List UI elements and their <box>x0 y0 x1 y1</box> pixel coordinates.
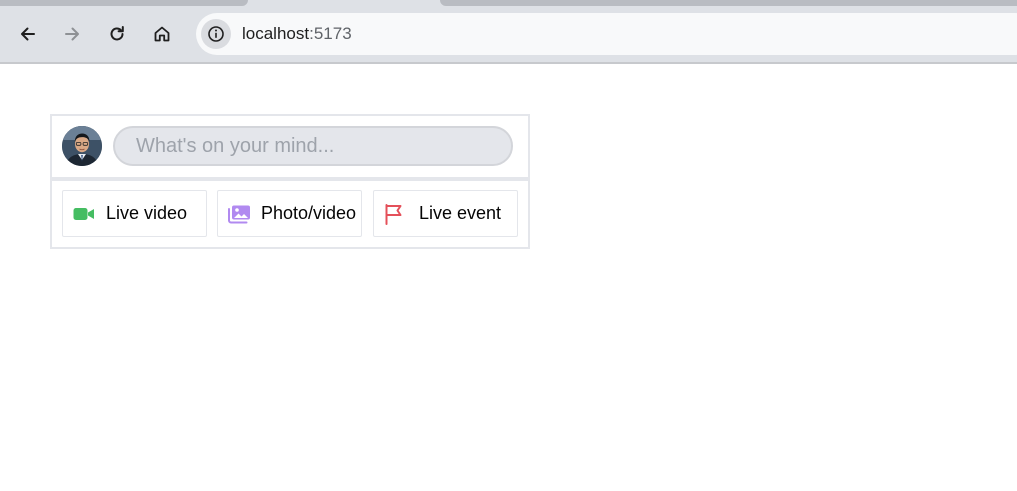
home-icon <box>154 26 170 42</box>
browser-toolbar: localhost:5173 <box>0 6 1017 62</box>
reload-icon <box>110 26 124 41</box>
live-event-label: Live event <box>419 203 502 223</box>
composer-divider <box>52 177 528 181</box>
photo-video-button[interactable]: Photo/video <box>217 190 362 237</box>
live-video-button[interactable]: Live video <box>62 190 207 237</box>
live-event-button[interactable]: Live event <box>373 190 518 237</box>
arrow-right-icon <box>65 27 79 41</box>
avatar[interactable] <box>62 126 102 166</box>
url-text[interactable]: localhost:5173 <box>242 24 352 44</box>
post-composer: What's on your mind... Live video Photo/… <box>50 114 530 249</box>
back-button[interactable] <box>12 18 44 50</box>
arrow-left-icon <box>21 27 35 41</box>
photo-icon <box>227 202 251 226</box>
live-video-label: Live video <box>106 203 188 223</box>
address-bar[interactable]: localhost:5173 <box>196 13 1017 55</box>
photo-video-label: Photo/video <box>261 203 357 223</box>
toolbar-divider <box>0 62 1017 64</box>
site-info-button[interactable] <box>201 19 231 49</box>
composer-actions: Live video Photo/video Live event <box>62 190 520 238</box>
status-input[interactable]: What's on your mind... <box>113 126 513 166</box>
flag-icon <box>382 202 406 226</box>
reload-button[interactable] <box>101 18 133 50</box>
info-icon <box>208 26 224 42</box>
url-port: :5173 <box>309 24 352 43</box>
status-placeholder: What's on your mind... <box>136 134 335 157</box>
home-button[interactable] <box>146 18 178 50</box>
user-photo <box>62 126 102 166</box>
video-camera-icon <box>72 202 96 226</box>
forward-button[interactable] <box>56 18 88 50</box>
url-host: localhost <box>242 24 310 43</box>
